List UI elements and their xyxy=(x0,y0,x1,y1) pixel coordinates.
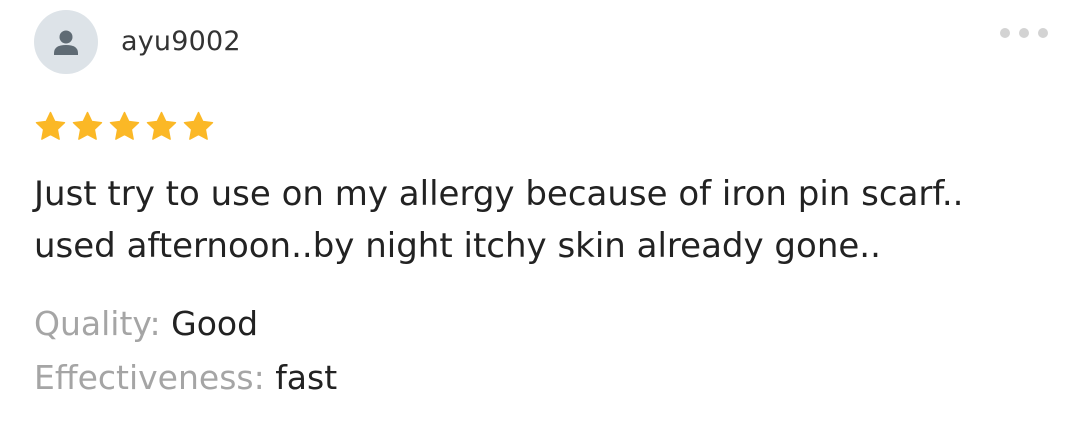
username: ayu9002 xyxy=(121,26,241,57)
more-dots-icon xyxy=(1019,28,1029,38)
more-dots-icon xyxy=(1000,28,1010,38)
more-options-button[interactable] xyxy=(1000,26,1048,40)
attribute-label: Quality: xyxy=(34,304,172,343)
attribute-label: Effectiveness: xyxy=(34,358,276,397)
attribute-quality: Quality: Good xyxy=(34,302,258,346)
star-rating xyxy=(34,110,215,143)
user-silhouette-icon xyxy=(54,30,78,55)
review-text-line: used afternoon..by night itchy skin alre… xyxy=(34,226,881,266)
review-text: Just try to use on my allergy because of… xyxy=(34,168,1044,272)
avatar[interactable] xyxy=(34,10,98,74)
review-text-line: Just try to use on my allergy because of… xyxy=(34,174,964,214)
star-icon xyxy=(72,111,103,140)
attribute-effectiveness: Effectiveness: fast xyxy=(34,356,337,400)
review-card: ayu9002 Just try to use on my allergy be… xyxy=(0,0,1080,422)
star-icon xyxy=(183,111,214,140)
star-icon xyxy=(146,111,177,140)
star-icon xyxy=(109,111,140,140)
star-icon xyxy=(35,111,66,140)
more-dots-icon xyxy=(1038,28,1048,38)
attribute-value: Good xyxy=(171,304,259,343)
attribute-value: fast xyxy=(275,358,338,397)
